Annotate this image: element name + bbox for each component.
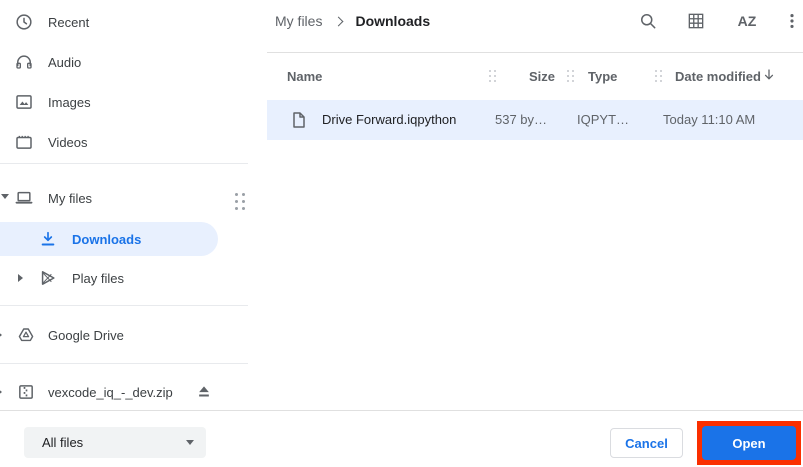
- file-row-selected[interactable]: Drive Forward.iqpython 537 by… IQPYT… To…: [267, 100, 803, 140]
- files-app-picker-window: Recent Audio Images Videos My files Down…: [0, 0, 803, 467]
- drive-icon: [16, 325, 36, 345]
- file-name: Drive Forward.iqpython: [322, 112, 457, 127]
- column-resize-handle[interactable]: [567, 70, 569, 72]
- sidebar-item-audio[interactable]: Audio: [0, 42, 267, 82]
- chevron-down-icon: [186, 440, 194, 445]
- sidebar-separator: [0, 305, 248, 306]
- main-panel: My files Downloads AZ Name Size Type Dat…: [267, 0, 803, 410]
- sidebar-item-videos[interactable]: Videos: [0, 122, 267, 162]
- sidebar-item-label: vexcode_iq_-_dev.zip: [48, 384, 173, 400]
- sidebar-item-my-files[interactable]: My files: [0, 178, 267, 218]
- sidebar-item-recent[interactable]: Recent: [0, 2, 267, 42]
- sort-descending-arrow-icon[interactable]: [761, 67, 777, 83]
- column-header-type[interactable]: Type: [588, 53, 617, 100]
- eject-icon[interactable]: [194, 382, 214, 402]
- clock-icon: [14, 12, 34, 32]
- breadcrumb-downloads[interactable]: Downloads: [355, 13, 430, 29]
- toolbar: My files Downloads AZ: [267, 0, 803, 42]
- sidebar-resize-handle[interactable]: [235, 193, 238, 196]
- sidebar-separator: [0, 163, 248, 164]
- dialog-footer: All files Cancel Open: [0, 410, 803, 467]
- breadcrumb-my-files[interactable]: My files: [275, 13, 322, 29]
- chevron-right-icon[interactable]: [18, 274, 23, 282]
- chevron-down-icon[interactable]: [1, 194, 9, 199]
- red-highlight-annotation: Open: [697, 421, 801, 465]
- column-header-size[interactable]: Size: [529, 53, 555, 100]
- chevron-right-icon[interactable]: [0, 331, 2, 339]
- sidebar-item-play-files[interactable]: Play files: [0, 258, 267, 298]
- play-icon: [38, 268, 58, 288]
- headphones-icon: [14, 52, 34, 72]
- sidebar-item-downloads[interactable]: Downloads: [0, 222, 218, 256]
- file-type-filter-dropdown[interactable]: All files: [24, 427, 206, 458]
- column-resize-handle[interactable]: [655, 70, 657, 72]
- sidebar-item-label: Audio: [48, 54, 82, 70]
- file-icon: [289, 110, 309, 130]
- sidebar-item-label: Downloads: [72, 231, 142, 247]
- sidebar: Recent Audio Images Videos My files Down…: [0, 0, 267, 410]
- sidebar-item-vexcode-zip[interactable]: vexcode_iq_-_dev.zip: [0, 372, 267, 410]
- file-size: 537 by…: [495, 112, 548, 127]
- video-icon: [14, 132, 34, 152]
- column-header-date-modified[interactable]: Date modified: [675, 53, 761, 100]
- table-header: Name Size Type Date modified: [267, 53, 803, 100]
- chevron-right-icon: [334, 16, 344, 27]
- laptop-icon: [14, 188, 34, 208]
- cancel-button[interactable]: Cancel: [610, 428, 683, 458]
- open-button[interactable]: Open: [702, 426, 796, 460]
- image-icon: [14, 92, 34, 112]
- chevron-right-icon[interactable]: [0, 388, 2, 396]
- more-vert-icon[interactable]: [782, 11, 802, 31]
- file-type: IQPYT…: [577, 112, 630, 127]
- sidebar-item-label: Videos: [48, 134, 88, 150]
- download-icon: [38, 229, 58, 249]
- sidebar-item-google-drive[interactable]: Google Drive: [0, 315, 267, 355]
- sort-az-icon[interactable]: AZ: [732, 11, 762, 31]
- sidebar-item-label: Recent: [48, 14, 90, 30]
- search-icon[interactable]: [638, 11, 658, 31]
- sidebar-item-label: Google Drive: [48, 327, 124, 343]
- sidebar-item-images[interactable]: Images: [0, 82, 267, 122]
- zip-icon: [16, 382, 36, 402]
- column-header-name[interactable]: Name: [287, 53, 322, 100]
- sidebar-separator: [0, 363, 248, 364]
- sidebar-item-label: Images: [48, 94, 91, 110]
- sidebar-item-label: Play files: [72, 270, 125, 286]
- file-date-modified: Today 11:10 AM: [663, 112, 756, 127]
- sidebar-item-label: My files: [48, 190, 93, 206]
- file-type-filter-value: All files: [42, 435, 84, 450]
- grid-view-icon[interactable]: [686, 11, 706, 31]
- column-resize-handle[interactable]: [489, 70, 491, 72]
- breadcrumb: My files Downloads: [275, 0, 430, 42]
